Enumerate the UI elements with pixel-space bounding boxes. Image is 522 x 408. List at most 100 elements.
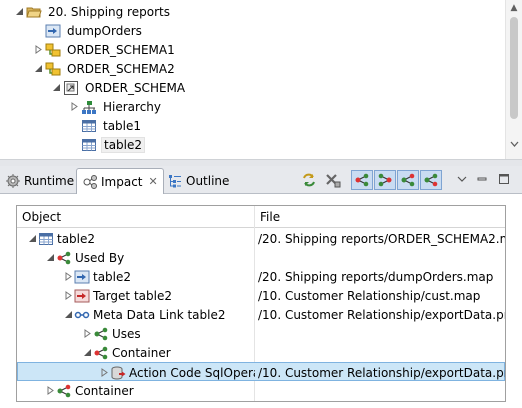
file-path: /10. Customer Relationship/cust.map — [258, 288, 481, 303]
container-icon — [56, 383, 72, 399]
impact-view: Object File table2 /20. Shipping reports… — [0, 194, 522, 408]
impact-icon — [82, 174, 98, 190]
scrollbar-thumb[interactable] — [510, 17, 518, 119]
chevron-right-icon[interactable] — [45, 386, 55, 396]
table-row[interactable]: Used By — [17, 248, 505, 267]
tab-label: Impact — [101, 174, 143, 189]
impact-mode-1-icon — [355, 173, 369, 187]
link-icon — [74, 307, 90, 323]
chevron-down-icon[interactable] — [63, 310, 73, 320]
table-row[interactable]: Container — [17, 343, 505, 362]
impact-mode-3-icon — [401, 173, 415, 187]
object-name: Uses — [112, 326, 141, 341]
schema-icon — [45, 61, 61, 77]
chevron-right-icon[interactable] — [33, 45, 43, 55]
impact-mode-1-button[interactable] — [351, 170, 373, 190]
view-menu-icon[interactable] — [454, 170, 470, 188]
scroll-down-icon[interactable] — [506, 136, 522, 152]
chevron-right-icon[interactable] — [63, 291, 73, 301]
impact-table: Object File table2 /20. Shipping reports… — [16, 205, 506, 402]
outline-icon — [167, 173, 183, 189]
tree-item-dumporders[interactable]: dumpOrders — [33, 21, 144, 40]
target-map-icon — [74, 288, 90, 304]
tab-label: Runtime — [24, 173, 75, 188]
table-row[interactable]: Container — [17, 381, 505, 400]
column-header-file[interactable]: File — [255, 206, 505, 228]
action-code-icon — [110, 365, 126, 381]
chevron-down-icon[interactable] — [82, 348, 92, 358]
tab-runtime[interactable]: Runtime — [0, 168, 79, 193]
chevron-down-icon[interactable] — [51, 83, 61, 93]
schema-link-icon — [63, 80, 79, 96]
object-name: Action Code SqlOpera — [129, 365, 255, 380]
tree-item-label: Hierarchy — [103, 99, 162, 114]
object-name: Used By — [75, 250, 125, 265]
tab-impact[interactable]: Impact ✕ — [76, 168, 164, 194]
file-path — [258, 248, 505, 267]
chevron-down-icon[interactable] — [14, 7, 24, 17]
map-icon — [45, 23, 61, 39]
panel-divider[interactable] — [0, 159, 522, 166]
tree-item-label: ORDER_SCHEMA2 — [67, 61, 175, 76]
tree-item-shipping-reports[interactable]: 20. Shipping reports — [14, 2, 172, 21]
file-path — [258, 381, 505, 400]
minimize-icon[interactable] — [474, 170, 490, 188]
object-name: Target table2 — [93, 288, 172, 303]
tab-label: Outline — [186, 173, 230, 188]
file-path — [258, 324, 505, 343]
tree-item-order-schema[interactable]: ORDER_SCHEMA — [51, 78, 187, 97]
view-tab-bar: Runtime Impact ✕ Outline — [0, 166, 522, 194]
table-row[interactable]: Meta Data Link table2 /10. Customer Rela… — [17, 305, 505, 324]
scroll-up-icon[interactable]: ▲ — [506, 0, 522, 16]
column-header-object[interactable]: Object — [17, 206, 254, 228]
maximize-icon[interactable] — [496, 170, 512, 188]
object-name: table2 — [93, 269, 132, 284]
clear-button[interactable] — [322, 170, 344, 190]
tree-item-table2[interactable]: table2 — [69, 135, 146, 154]
file-path: /10. Customer Relationship/exportData.pr… — [258, 365, 505, 380]
refresh-icon — [303, 173, 315, 187]
object-name: Meta Data Link table2 — [93, 307, 226, 322]
tree-item-table1[interactable]: table1 — [69, 116, 143, 135]
impact-mode-3-button[interactable] — [397, 170, 419, 190]
refresh-button[interactable] — [298, 170, 320, 190]
uses-icon — [93, 326, 109, 342]
table-row[interactable]: Uses — [17, 324, 505, 343]
container-icon — [93, 345, 109, 361]
tree-item-order-schema2[interactable]: ORDER_SCHEMA2 — [33, 59, 177, 78]
tree-item-label: table2 — [101, 136, 146, 153]
table-row[interactable]: table2 /20. Shipping reports/ORDER_SCHEM… — [17, 229, 505, 248]
object-name: Container — [75, 383, 134, 398]
close-icon[interactable]: ✕ — [149, 175, 158, 188]
tree-item-hierarchy[interactable]: Hierarchy — [69, 97, 163, 116]
file-path: /20. Shipping reports/ORDER_SCHEMA2.md — [258, 231, 505, 246]
chevron-right-icon[interactable] — [69, 102, 79, 112]
file-path: /10. Customer Relationship/exportData.pr… — [258, 307, 505, 322]
table-row[interactable]: Target table2 /10. Customer Relationship… — [17, 286, 505, 305]
tree-scrollbar[interactable]: ▲ — [505, 0, 522, 159]
table-row[interactable]: table2 /20. Shipping reports/dumpOrders.… — [17, 267, 505, 286]
schema-icon — [45, 42, 61, 58]
gear-icon — [5, 173, 21, 189]
table-icon — [81, 118, 97, 134]
impact-mode-2-icon — [378, 173, 392, 187]
table-icon — [81, 137, 97, 153]
tab-outline[interactable]: Outline — [162, 168, 234, 193]
chevron-right-icon[interactable] — [82, 329, 92, 339]
table-row-selected[interactable]: Action Code SqlOpera /10. Customer Relat… — [17, 362, 505, 381]
chevron-down-icon[interactable] — [27, 234, 37, 244]
hierarchy-icon — [81, 99, 97, 115]
object-name: table2 — [57, 231, 96, 246]
tree-item-order-schema1[interactable]: ORDER_SCHEMA1 — [33, 40, 177, 59]
chevron-right-icon[interactable] — [100, 368, 109, 378]
impact-mode-2-button[interactable] — [374, 170, 396, 190]
object-name: Container — [112, 345, 171, 360]
impact-mode-4-button[interactable] — [420, 170, 442, 190]
table-header: Object File — [17, 206, 505, 228]
tree-item-label: table1 — [103, 118, 142, 133]
chevron-right-icon[interactable] — [63, 272, 73, 282]
chevron-down-icon[interactable] — [33, 64, 43, 74]
source-map-icon — [74, 269, 90, 285]
used-by-icon — [56, 250, 72, 266]
chevron-down-icon[interactable] — [45, 253, 55, 263]
